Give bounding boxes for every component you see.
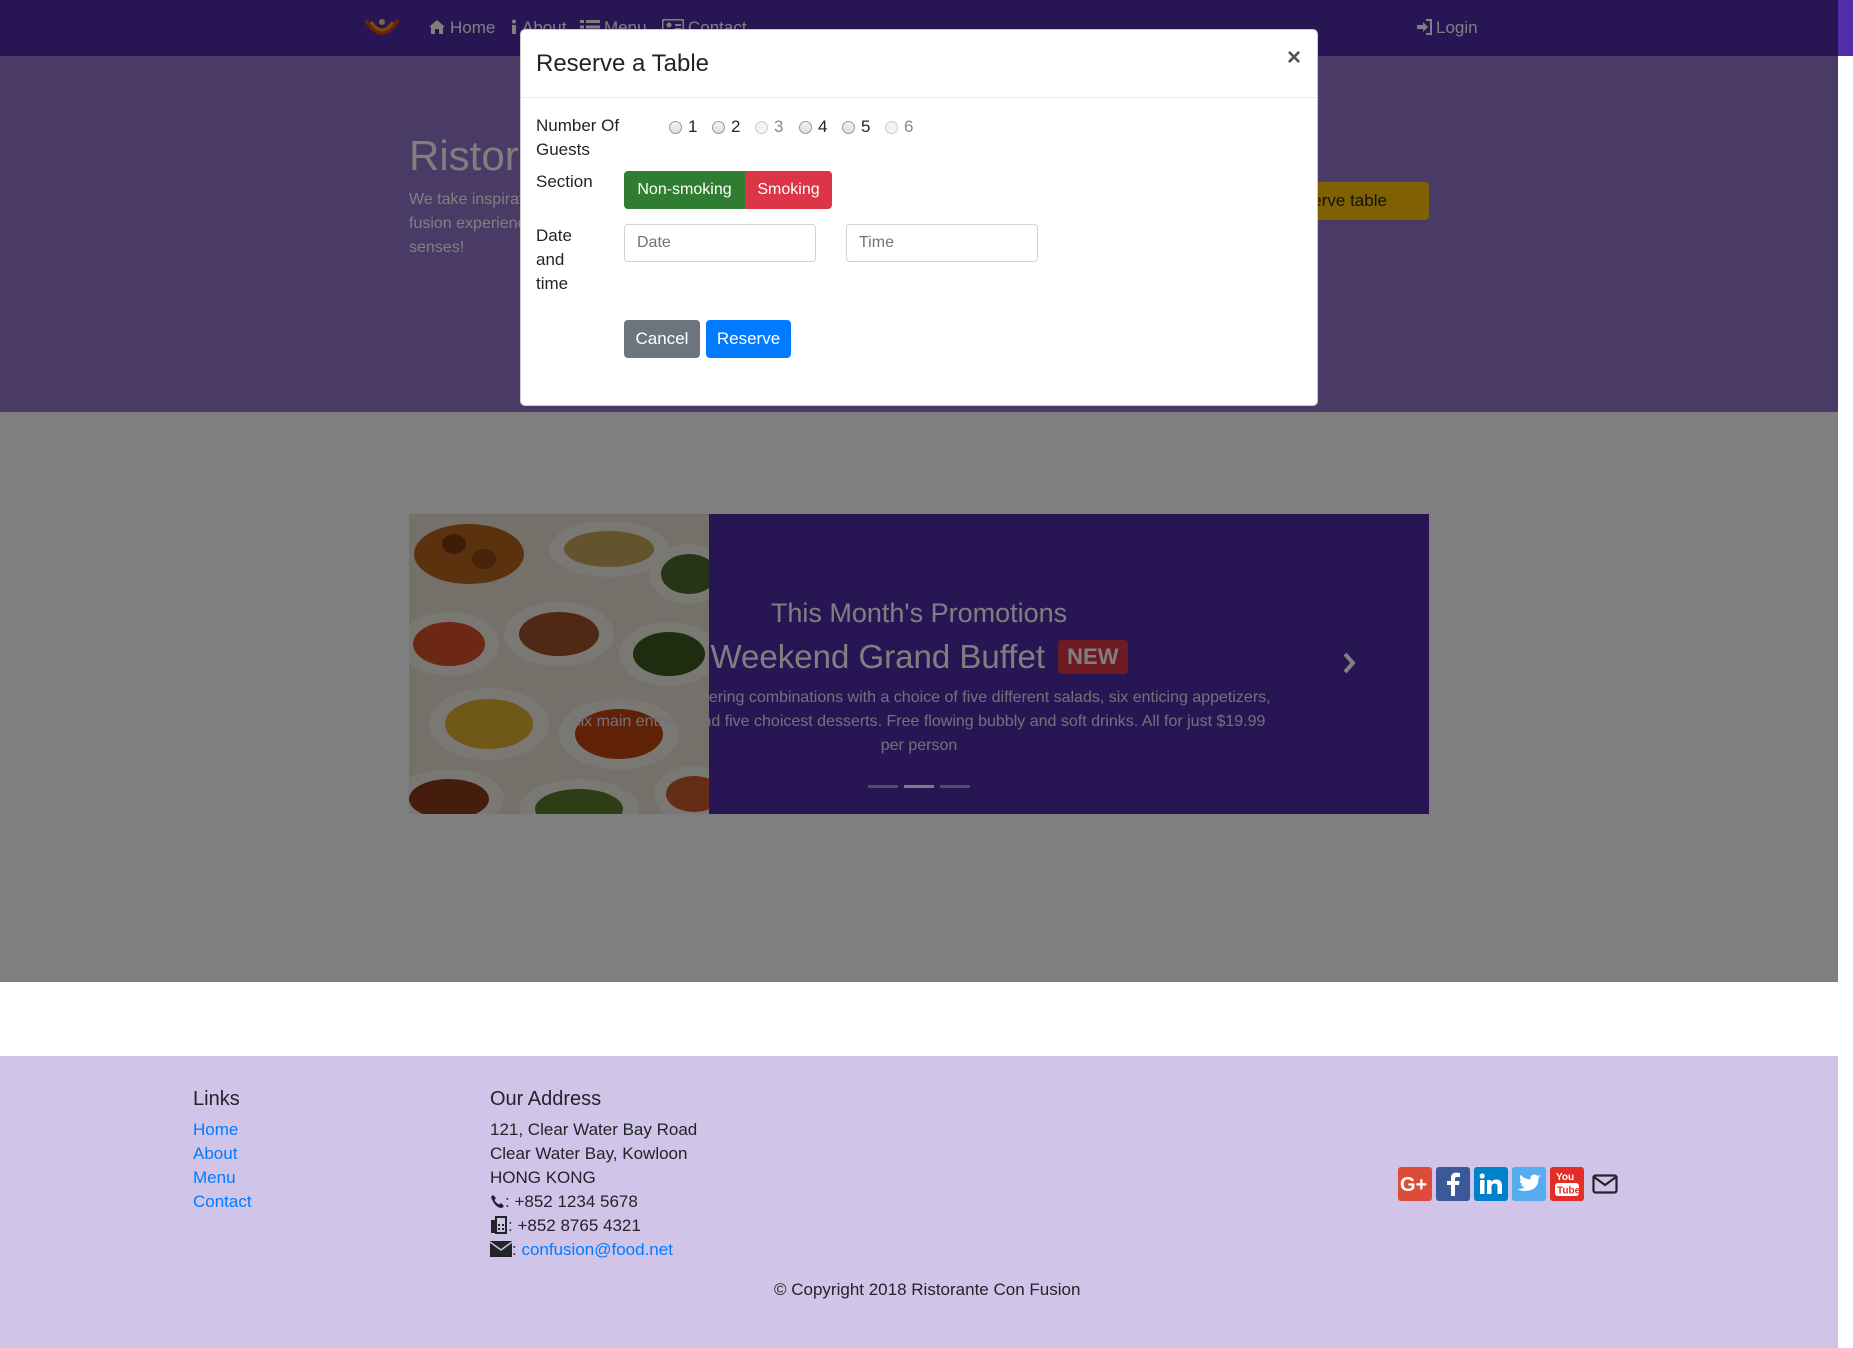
linkedin-icon [1479,1173,1502,1194]
mail-button[interactable] [1588,1167,1622,1201]
guest-option-5[interactable]: 5 [842,117,870,137]
google-plus-button[interactable]: G+ [1398,1167,1432,1201]
copyright: © Copyright 2018 Ristorante Con Fusion [774,1280,1081,1299]
guests-label: Number Of Guests [536,116,620,159]
guest-option-4[interactable]: 4 [799,117,827,137]
guest-option-3-label: 3 [774,117,784,136]
cancel-button[interactable]: Cancel [624,320,700,358]
footer-link-about[interactable]: About [193,1144,237,1164]
facebook-button[interactable] [1436,1167,1470,1201]
svg-text:You: You [1556,1172,1574,1183]
footer-link-home[interactable]: Home [193,1120,238,1140]
guest-option-1-label: 1 [688,117,698,136]
guest-option-6-label: 6 [904,117,914,136]
radio-2[interactable] [712,120,725,134]
fax-number: : +852 8765 4321 [508,1216,641,1235]
guest-option-4-label: 4 [818,117,828,136]
radio-4[interactable] [799,120,812,134]
modal-title: Reserve a Table [536,50,709,77]
reserve-modal: Reserve a Table × Number Of Guests 1 2 3… [520,29,1318,406]
svg-text:Tube: Tube [1557,1186,1580,1197]
footer-address-heading: Our Address [490,1088,602,1110]
time-input[interactable]: Time [846,224,1038,262]
radio-3 [755,120,768,134]
modal-header: Reserve a Table × [521,30,1317,98]
radio-1[interactable] [669,120,682,134]
address-line-1: 121, Clear Water Bay Road [490,1120,698,1139]
date-input[interactable]: Date [624,224,816,262]
twitter-button[interactable] [1512,1167,1546,1201]
radio-5[interactable] [842,120,855,134]
facebook-icon [1447,1172,1460,1196]
guest-option-3: 3 [755,117,783,137]
guest-option-2-label: 2 [731,117,741,136]
guest-option-2[interactable]: 2 [712,117,740,137]
google-plus-icon: G+ [1400,1174,1427,1195]
envelope-o-icon [1592,1174,1618,1194]
youtube-icon: You Tube [1555,1172,1580,1197]
guest-option-1[interactable]: 1 [669,117,697,137]
footer: Links Home About Menu Contact Our Addres… [0,1056,1838,1348]
radio-6 [885,120,898,134]
non-smoking-button[interactable]: Non-smoking [624,171,745,209]
guest-option-5-label: 5 [861,117,871,136]
email-line: : confusion@food.net [489,1240,673,1260]
guest-option-6: 6 [885,117,913,137]
modal-close-button[interactable]: × [1287,44,1301,72]
smoking-button[interactable]: Smoking [745,171,832,209]
envelope-icon [489,1241,513,1257]
datetime-label: Date and time [536,226,572,293]
section-label: Section [536,172,593,191]
twitter-icon [1517,1174,1541,1191]
address-line-2: Clear Water Bay, Kowloon [490,1144,688,1163]
address-line-3: HONG KONG [490,1168,596,1187]
email-link[interactable]: confusion@food.net [521,1240,672,1259]
svg-text:G+: G+ [1400,1174,1427,1195]
fax-icon [491,1216,507,1234]
youtube-button[interactable]: You Tube [1550,1167,1584,1201]
phone-line: : +852 1234 5678 [490,1192,638,1212]
footer-links-heading: Links [193,1088,240,1110]
phone-icon [491,1195,504,1208]
phone-number: : +852 1234 5678 [505,1192,638,1211]
linkedin-button[interactable] [1474,1167,1508,1201]
footer-link-menu[interactable]: Menu [193,1168,236,1188]
footer-link-contact[interactable]: Contact [193,1192,252,1212]
reserve-button[interactable]: Reserve [706,320,791,358]
fax-line: : +852 8765 4321 [490,1216,641,1236]
